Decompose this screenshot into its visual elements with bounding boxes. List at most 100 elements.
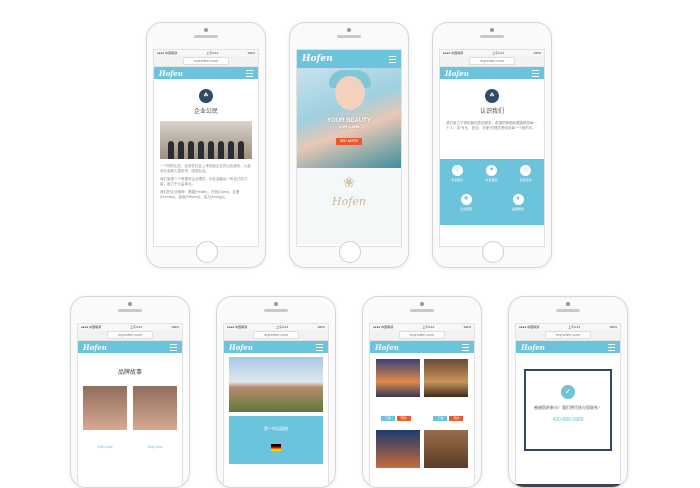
speaker-grille [337,35,361,38]
shield-icon: ✚ [460,194,472,205]
battery-text: 100% [171,325,179,329]
carrier-text: ●●●● 中国联通 [443,51,464,55]
address-bar[interactable]: myhofen.com [154,56,258,67]
carrier-text: ●●●● 中国联通 [227,325,248,329]
address-bar[interactable]: myhofen.com [370,330,474,341]
learn-button[interactable]: 了解 [380,416,395,421]
paragraph: 一个好的企业，应该在社会上承担起企业的公民身份，以此对社会和人类负责，回馈社会。 [160,164,251,173]
emblem-icon: ☘ [485,89,499,103]
site-logo[interactable]: Hofen [302,54,333,64]
team-photo [160,121,252,159]
speaker-grille [194,35,218,38]
phone-mockup-destinations: ●●●● 中国联通 上午9:41 100% myhofen.com Hofen … [362,296,482,488]
learn-button[interactable]: 了解 [433,416,448,421]
time-text: 上午9:41 [130,325,143,329]
person-name: Jelly kee [97,444,113,449]
carrier-text: ●●●● 中国联通 [81,325,102,329]
time-text: 上午9:41 [276,325,289,329]
flower-icon: ❀ [343,174,355,190]
address-bar[interactable]: myhofen.com [440,56,544,67]
paragraph: 我们宣扬一个有爱的企业理念，为社会献出一份自己的力量，致力于公益事业。 [160,177,248,186]
hamburger-menu-icon[interactable] [608,343,615,351]
site-logo[interactable]: Hofen [521,343,545,352]
speaker-grille [480,35,504,38]
portrait-photo [83,386,127,430]
site-logo[interactable]: Hofen [159,69,183,78]
castle-photo [229,357,323,412]
address-bar[interactable]: myhofen.com [224,330,328,341]
feature-item[interactable]: ♥ 关爱理念 [474,163,508,191]
home-button[interactable] [196,241,218,263]
book-button[interactable]: 预约 [449,416,464,421]
screen: ●●●● 中国联通 上午9:41 100% myhofen.com Hofen … [223,323,329,487]
url-text: myhofen.com [252,331,299,339]
phone-mockup-travel: ●●●● 中国联通 上午9:41 100% myhofen.com Hofen … [216,296,336,488]
destination-photo[interactable] [424,430,468,468]
hamburger-menu-icon[interactable] [462,343,469,351]
paragraph: 我们的企业精神：健康(Health)，开放(Open)，友爱(Friendly)… [160,190,240,199]
site-logo[interactable]: Hofen [229,343,253,352]
url-text: myhofen.com [182,57,229,65]
screen: Hofen YOUR BEAUTY OUR CARE SEE MORE ❀ Ho… [296,49,402,247]
address-bar[interactable]: myhofen.com [78,330,182,341]
section-title: 认识我们 [479,109,504,115]
feature-item[interactable]: ⌂ 舒适环境 [509,163,543,191]
site-navbar: Hofen [78,341,182,353]
site-logo[interactable]: Hofen [445,69,469,78]
feature-item[interactable]: ★ 品质服务 [492,192,544,220]
address-bar[interactable]: myhofen.com [516,330,620,341]
site-logo[interactable]: Hofen [83,343,107,352]
phone-mockup-home: Hofen YOUR BEAUTY OUR CARE SEE MORE ❀ Ho… [289,22,409,268]
footer-logo: Hofen [332,195,366,208]
phone-mockup-brand-story: ●●●● 中国联通 上午9:41 100% myhofen.com Hofen … [70,296,190,488]
home-button[interactable] [482,241,504,263]
book-button[interactable]: 预约 [396,416,411,421]
camera-icon [347,28,351,32]
destination-photo[interactable] [376,430,420,468]
doctor-face [335,76,365,110]
screen: ●●●● 中国联通 上午9:41 100% myhofen.com Hofen … [515,323,621,487]
confirmation-card: ✓ 感谢您的参与！我们将尽快与您联系！ 400-888-9988 [524,369,612,451]
phone-number[interactable]: 400-888-9988 [526,417,610,423]
home-icon: ⌂ [520,165,532,176]
site-navbar: Hofen [516,341,620,353]
time-text: 上午9:41 [568,325,581,329]
speaker-grille [118,309,142,312]
speaker-grille [410,309,434,312]
heart-icon: ♥ [485,165,497,176]
feature-item[interactable]: ☺ 专业团队 [440,163,474,191]
screen: ●●●● 中国联通 上午9:41 100% myhofen.com Hofen … [153,49,259,247]
hero-banner: YOUR BEAUTY OUR CARE SEE MORE [297,68,401,168]
hamburger-menu-icon[interactable] [389,55,396,63]
speaker-grille [264,309,288,312]
caption-text: 第一代出国旅 [264,426,288,431]
hamburger-menu-icon[interactable] [246,69,253,77]
url-text: myhofen.com [544,331,591,339]
time-text: 上午9:41 [206,51,219,55]
battery-text: 100% [533,51,541,55]
destination-photo[interactable] [424,359,468,397]
emblem-icon: ☘ [199,89,213,103]
team-icon: ☺ [451,165,463,176]
feature-item[interactable]: ✚ 安全保障 [440,192,492,220]
footer-brand: ❀ Hofen [297,168,401,244]
hamburger-menu-icon[interactable] [170,343,177,351]
screen: ●●●● 中国联通 上午9:41 100% myhofen.com Hofen … [369,323,475,487]
caption-band: 第一代出国旅 [229,416,323,464]
confirmation-message: 感谢您的参与！我们将尽快与您联系！ [534,405,602,410]
destination-photo[interactable] [376,359,420,397]
camera-icon [490,28,494,32]
see-more-button[interactable]: SEE MORE [336,138,362,145]
hamburger-menu-icon[interactable] [316,343,323,351]
camera-icon [566,302,570,306]
battery-text: 100% [609,325,617,329]
speaker-grille [556,309,580,312]
battery-text: 100% [317,325,325,329]
url-text: myhofen.com [468,57,515,65]
phone-mockup-about: ●●●● 中国联通 上午9:41 100% myhofen.com Hofen … [432,22,552,268]
hamburger-menu-icon[interactable] [532,69,539,77]
camera-icon [274,302,278,306]
site-logo[interactable]: Hofen [375,343,399,352]
home-button[interactable] [339,241,361,263]
site-navbar: Hofen [440,67,544,79]
